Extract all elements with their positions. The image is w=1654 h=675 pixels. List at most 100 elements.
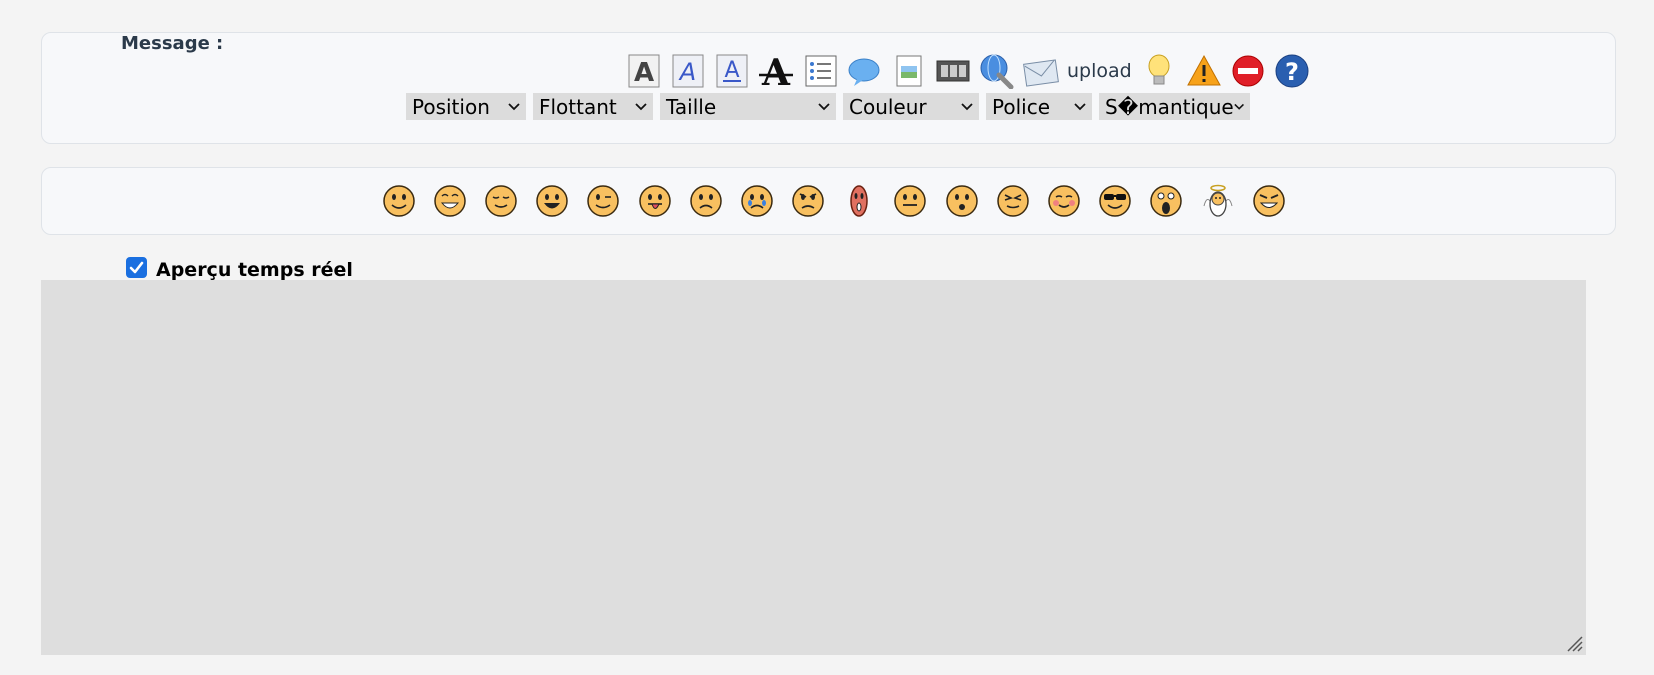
warning-button[interactable]	[1182, 51, 1226, 91]
smiley-cry[interactable]	[731, 179, 782, 223]
smiley-row	[373, 179, 1294, 223]
chevron-down-icon	[1234, 103, 1244, 110]
chevron-down-icon	[1074, 102, 1086, 110]
chevron-down-icon	[961, 102, 973, 110]
smiley-shocked[interactable]	[1141, 179, 1192, 223]
smiley-wink[interactable]	[578, 179, 629, 223]
tongue-smiley-icon	[638, 185, 671, 217]
italic-icon: A	[672, 54, 704, 88]
cry-smiley-icon	[741, 185, 773, 217]
surprised-smiley-icon	[945, 185, 978, 217]
lightbulb-button[interactable]	[1138, 51, 1182, 91]
semantique-select[interactable]: S�mantique	[1099, 93, 1250, 120]
stop-button[interactable]	[1226, 51, 1270, 91]
select-label: Flottant	[539, 94, 617, 119]
chevron-down-icon	[818, 102, 830, 110]
select-label: Position	[412, 94, 490, 119]
formatting-selects: Position Flottant Taille Couleur Police S�man…	[406, 93, 1250, 120]
chevron-down-icon	[635, 102, 647, 110]
svg-text:A: A	[678, 58, 696, 86]
lightbulb-icon	[1148, 54, 1170, 85]
smiley-sad[interactable]	[680, 179, 731, 223]
link-button[interactable]	[975, 51, 1019, 91]
upload-link[interactable]: upload	[1067, 60, 1132, 82]
select-label: S�mantique	[1105, 94, 1234, 119]
underline-button[interactable]: A	[711, 51, 755, 91]
check-icon	[129, 261, 144, 273]
warning-icon	[1186, 54, 1221, 86]
italic-button[interactable]: A	[667, 51, 711, 91]
email-icon	[1023, 59, 1059, 87]
list-button[interactable]	[799, 51, 843, 91]
video-icon	[936, 60, 970, 82]
help-button[interactable]: ?	[1270, 51, 1314, 91]
select-label: Couleur	[849, 94, 927, 119]
email-button[interactable]	[1019, 51, 1063, 91]
angel-smiley-icon	[1203, 184, 1233, 217]
select-label: Taille	[666, 94, 717, 119]
smiley-blush[interactable]	[1038, 179, 1089, 223]
resize-grip-icon[interactable]	[1564, 633, 1584, 653]
smiley-neutral[interactable]	[885, 179, 936, 223]
smiley-cool[interactable]	[1090, 179, 1141, 223]
list-icon	[805, 55, 837, 87]
smiley-panel	[41, 167, 1616, 235]
chevron-down-icon	[508, 102, 520, 110]
smiley-angel[interactable]	[1192, 179, 1243, 223]
squint-smiley-icon	[997, 185, 1029, 217]
smile-smiley-icon	[382, 185, 415, 217]
cool-smiley-icon	[1099, 185, 1131, 217]
smiley-surprised[interactable]	[936, 179, 987, 223]
police-select[interactable]: Police	[986, 93, 1092, 120]
link-icon	[980, 54, 1014, 89]
live-preview-row: Aperçu temps réel	[126, 253, 353, 281]
smiley-grin[interactable]	[424, 179, 475, 223]
quote-bubble-button[interactable]	[843, 51, 887, 91]
svg-text:A: A	[724, 58, 739, 83]
smiley-angry[interactable]	[783, 179, 834, 223]
neutral-smiley-icon	[894, 185, 927, 217]
message-label: Message :	[121, 33, 224, 54]
underline-icon: A	[716, 54, 748, 88]
formatting-toolbar-panel: Message : A A A Aupload? Position Flottant Ta…	[41, 32, 1616, 144]
content-smiley-icon	[485, 185, 517, 217]
devil-smiley-icon	[1253, 185, 1285, 217]
flottant-select[interactable]: Flottant	[533, 93, 653, 120]
position-select[interactable]: Position	[406, 93, 526, 120]
shocked-smiley-icon	[1150, 185, 1183, 217]
sad-smiley-icon	[689, 185, 722, 217]
taille-select[interactable]: Taille	[660, 93, 836, 120]
couleur-select[interactable]: Couleur	[843, 93, 979, 120]
svg-text:?: ?	[1285, 58, 1299, 86]
stop-icon	[1232, 55, 1264, 87]
smiley-devil[interactable]	[1243, 179, 1294, 223]
live-preview-label: Aperçu temps réel	[156, 259, 353, 281]
smiley-squint[interactable]	[987, 179, 1038, 223]
video-button[interactable]	[931, 51, 975, 91]
bold-button[interactable]: A	[623, 51, 667, 91]
formatting-toolbar: A A A Aupload?	[623, 51, 1314, 91]
smiley-red-alien[interactable]	[834, 179, 885, 223]
angry-smiley-icon	[792, 185, 824, 217]
strikethrough-button[interactable]: A	[755, 51, 799, 91]
red-alien-smiley-icon	[850, 185, 869, 217]
svg-text:A: A	[634, 58, 654, 88]
message-textarea[interactable]	[41, 280, 1586, 655]
quote-bubble-icon	[848, 58, 880, 86]
smiley-content[interactable]	[475, 179, 526, 223]
grin-smiley-icon	[434, 185, 466, 217]
smiley-smile[interactable]	[373, 179, 424, 223]
wink-smiley-icon	[587, 185, 620, 217]
image-button[interactable]	[887, 51, 931, 91]
svg-text:A: A	[761, 53, 791, 89]
live-preview-checkbox[interactable]	[126, 256, 147, 278]
image-icon	[896, 55, 922, 87]
strikethrough-icon: A	[759, 53, 793, 89]
smiley-laugh[interactable]	[527, 179, 578, 223]
help-icon: ?	[1275, 54, 1309, 88]
laugh-smiley-icon	[536, 185, 568, 217]
smiley-tongue[interactable]	[629, 179, 680, 223]
blush-smiley-icon	[1048, 185, 1080, 217]
select-label: Police	[992, 94, 1050, 119]
bold-icon: A	[628, 54, 660, 88]
